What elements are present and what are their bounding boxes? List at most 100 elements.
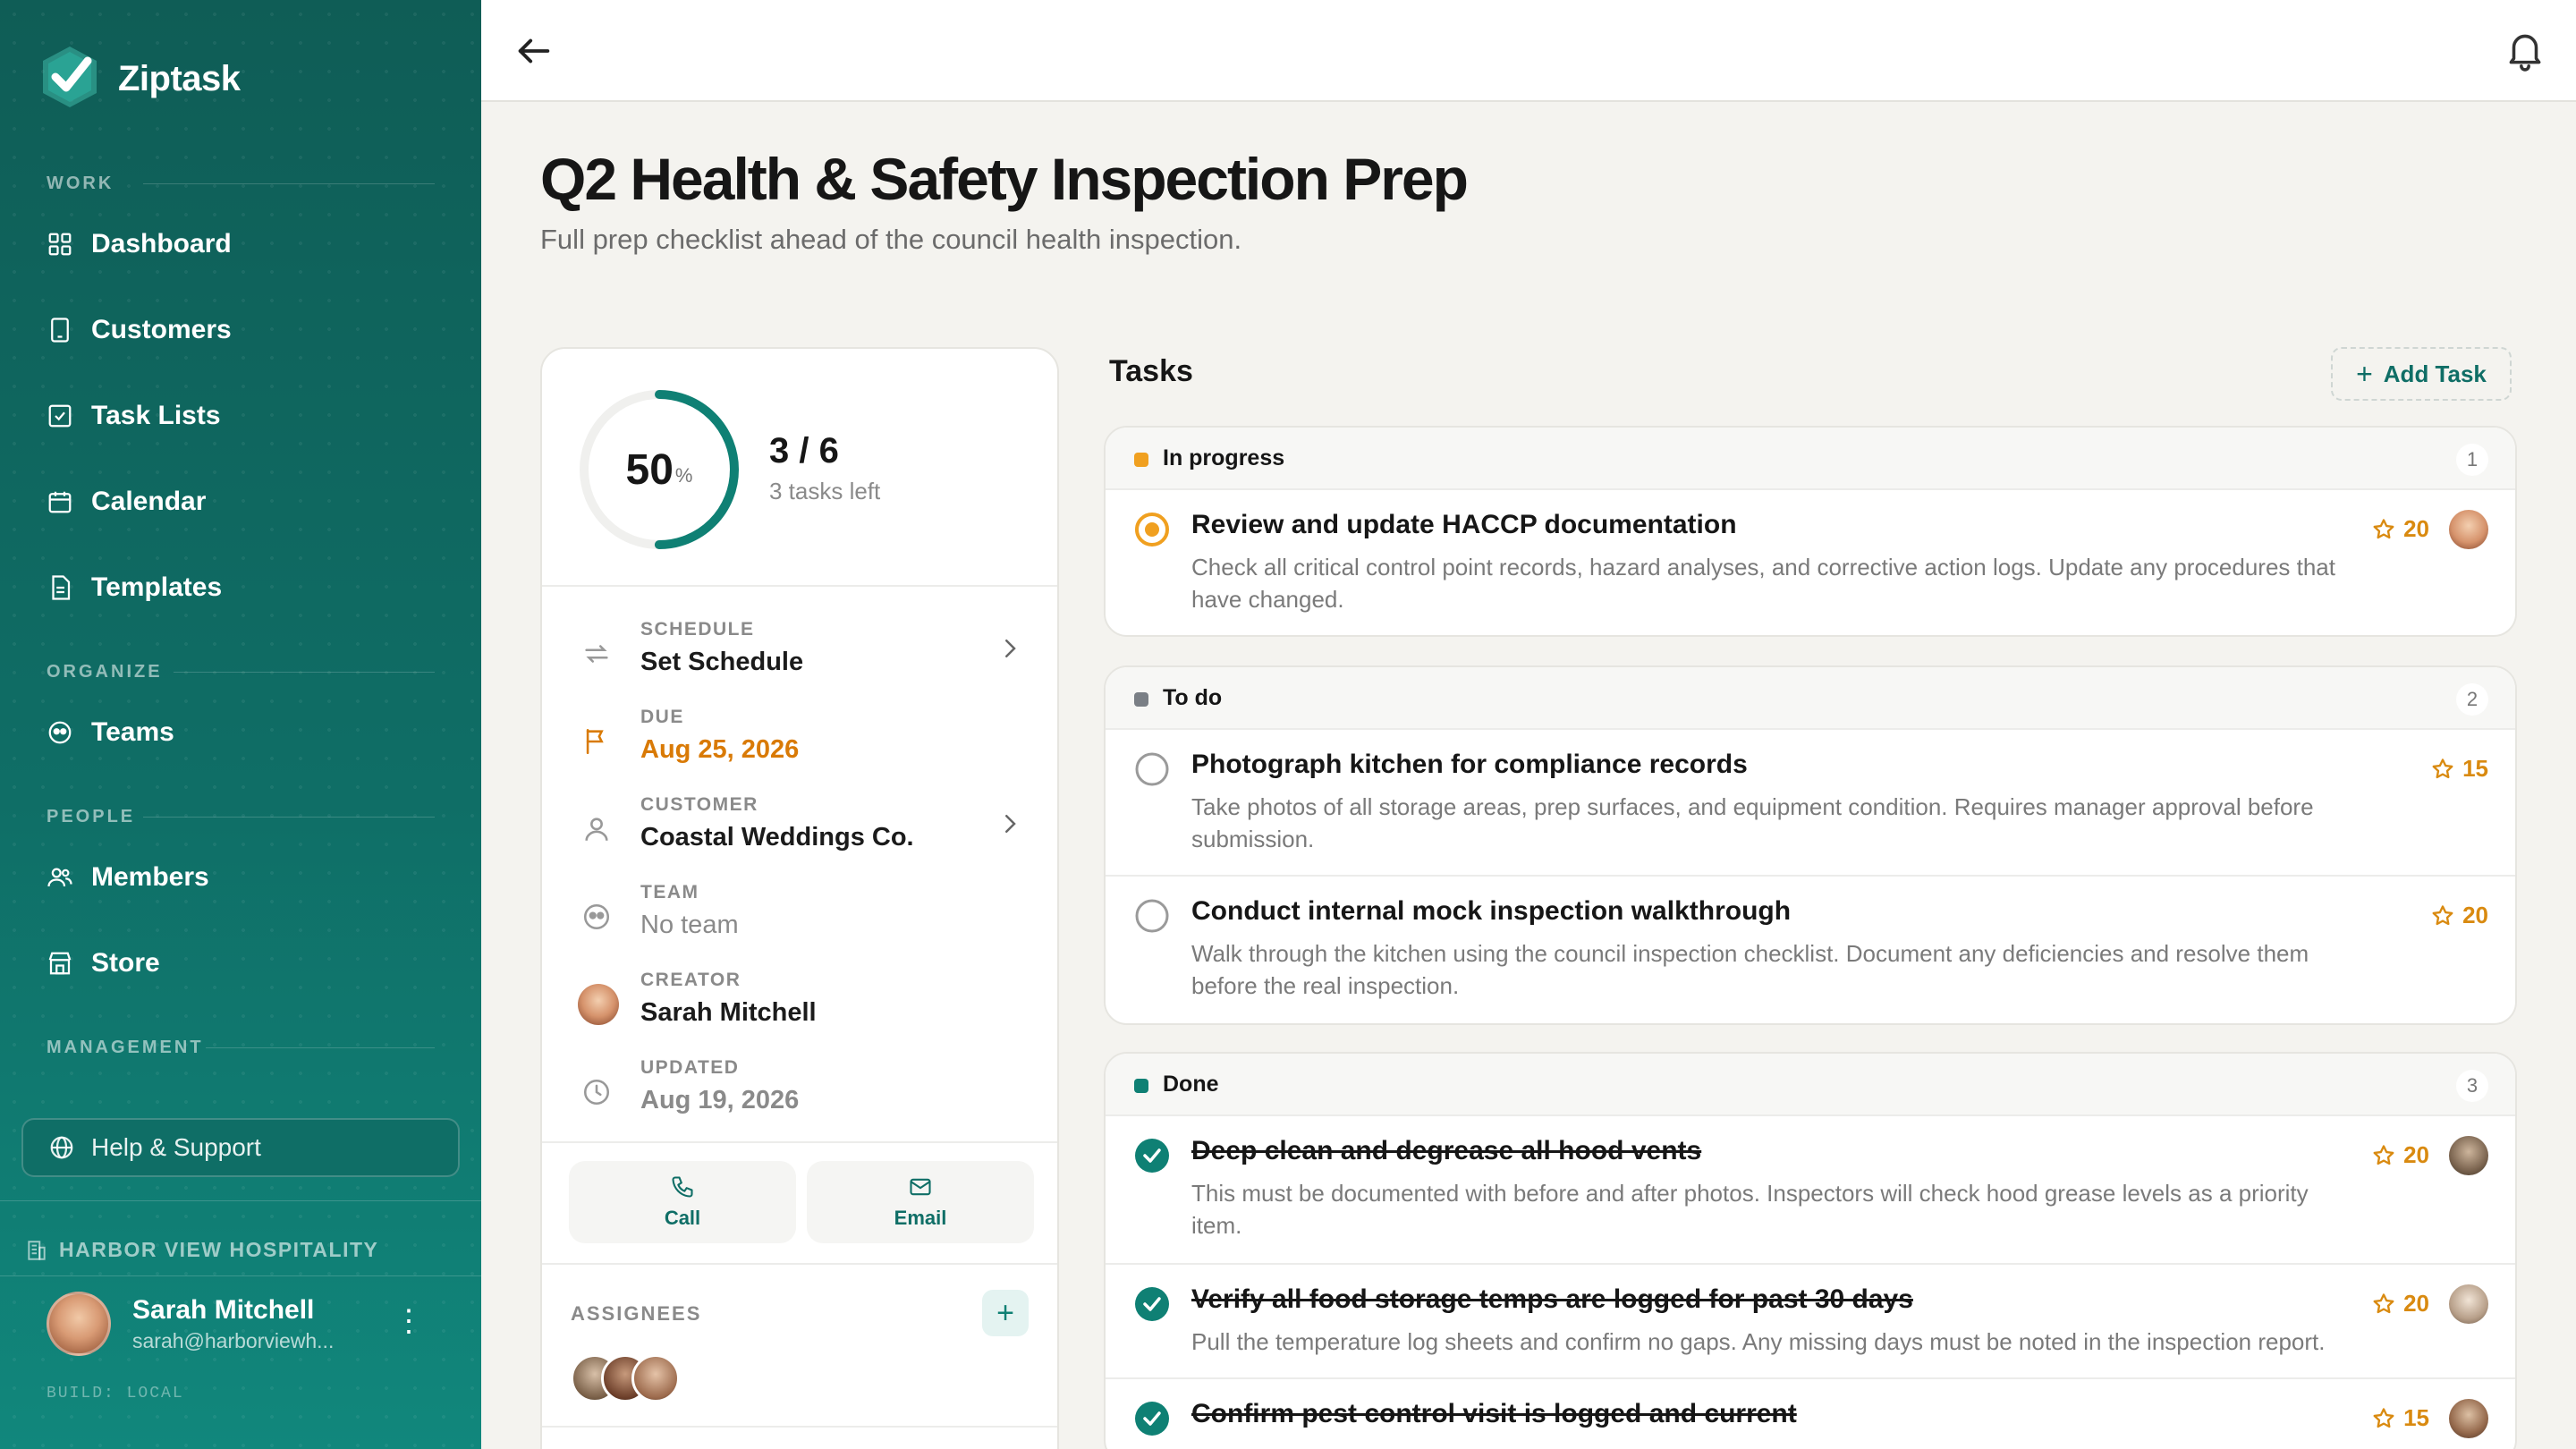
status-dot <box>1134 692 1148 707</box>
in-progress-radio-icon[interactable] <box>1134 512 1170 547</box>
section-divider <box>206 1047 435 1048</box>
call-button[interactable]: Call <box>569 1161 796 1243</box>
assignee-avatars[interactable] <box>571 1354 750 1404</box>
add-task-button[interactable]: + Add Task <box>2331 347 2512 401</box>
group-name: In progress <box>1163 445 1285 470</box>
task-row[interactable]: Conduct internal mock inspection walkthr… <box>1106 877 2515 1023</box>
star-icon <box>2373 1407 2394 1428</box>
section-label-organize: ORGANIZE <box>47 662 163 682</box>
empty-circle-checkbox-icon[interactable] <box>1134 751 1170 787</box>
current-user[interactable]: Sarah Mitchell sarah@harborviewh... <box>47 1292 334 1356</box>
task-row[interactable]: Deep clean and degrease all hood vents T… <box>1106 1116 2515 1265</box>
add-task-label: Add Task <box>2383 360 2487 387</box>
group-header[interactable]: In progress 1 <box>1106 428 2515 490</box>
task-row[interactable]: Verify all food storage temps are logged… <box>1106 1265 2515 1379</box>
user-name: Sarah Mitchell <box>132 1294 315 1325</box>
task-row[interactable]: Review and update HACCP documentation Ch… <box>1106 490 2515 635</box>
customer-row[interactable]: CUSTOMER Coastal Weddings Co. <box>542 789 1057 869</box>
points-value: 20 <box>2403 515 2429 542</box>
sidebar-divider <box>0 1275 481 1276</box>
app-logo[interactable]: Ziptask <box>39 45 241 114</box>
ziptask-logo-icon <box>39 45 100 114</box>
updated-value: Aug 19, 2026 <box>640 1086 800 1114</box>
points-value: 15 <box>2403 1404 2429 1431</box>
globe-icon <box>50 1136 73 1159</box>
creator-label: CREATOR <box>640 970 741 990</box>
checkmark-circle-icon[interactable] <box>1134 1401 1170 1436</box>
tasks-heading: Tasks <box>1109 354 1193 388</box>
email-button[interactable]: Email <box>807 1161 1034 1243</box>
sidebar-divider <box>0 1200 481 1201</box>
group-count-badge: 3 <box>2456 1070 2488 1102</box>
sidebar-item-label: Templates <box>91 572 223 602</box>
tasks-remaining: 3 tasks left <box>769 478 881 504</box>
section-divider <box>174 672 435 673</box>
chevron-right-icon <box>1005 815 1016 833</box>
task-description: Walk through the kitchen using the counc… <box>1191 940 2309 999</box>
group-header[interactable]: To do 2 <box>1106 667 2515 730</box>
task-title: Confirm pest control visit is logged and… <box>1191 1399 1797 1428</box>
card-divider <box>542 1426 1057 1428</box>
star-icon <box>2432 758 2453 778</box>
progress-readout: 50 % <box>574 385 744 555</box>
add-assignee-button[interactable]: + <box>982 1290 1029 1336</box>
sidebar: Ziptask WORK Dashboard Customers Task Li… <box>0 0 481 1449</box>
flag-icon <box>586 728 604 755</box>
sidebar-item-label: Customers <box>91 315 232 344</box>
star-icon <box>2432 904 2453 925</box>
checkmark-circle-icon[interactable] <box>1134 1286 1170 1322</box>
help-support-label: Help & Support <box>91 1133 261 1161</box>
sidebar-item-members[interactable]: Members <box>47 862 209 893</box>
group-header[interactable]: Done 3 <box>1106 1054 2515 1116</box>
task-points: 15 <box>2371 1404 2429 1432</box>
task-title: Verify all food storage temps are logged… <box>1191 1284 1913 1314</box>
sidebar-item-label: Teams <box>91 717 174 747</box>
page-subtitle: Full prep checklist ahead of the council… <box>540 224 1242 255</box>
sidebar-item-label: Task Lists <box>91 401 221 430</box>
schedule-row[interactable]: SCHEDULE Set Schedule <box>542 614 1057 694</box>
sidebar-item-task-lists[interactable]: Task Lists <box>47 401 221 431</box>
building-icon <box>28 1240 46 1260</box>
sidebar-item-templates[interactable]: Templates <box>47 572 222 603</box>
schedule-label: SCHEDULE <box>640 619 755 640</box>
sidebar-item-customers[interactable]: Customers <box>47 315 232 345</box>
customer-label: CUSTOMER <box>640 794 758 815</box>
team-value: No team <box>640 911 739 939</box>
user-email: sarah@harborviewh... <box>132 1328 335 1352</box>
calendar-icon <box>48 491 72 513</box>
help-support-button[interactable]: Help & Support <box>21 1118 460 1177</box>
avatar <box>2449 1284 2488 1324</box>
phone-icon <box>672 1176 693 1198</box>
creator-value: Sarah Mitchell <box>640 998 817 1027</box>
section-divider <box>143 817 435 818</box>
mail-icon <box>910 1178 931 1196</box>
checkmark-circle-icon[interactable] <box>1134 1138 1170 1174</box>
task-points: 20 <box>2371 1141 2429 1169</box>
points-value: 20 <box>2462 902 2488 928</box>
task-row[interactable]: Photograph kitchen for compliance record… <box>1106 730 2515 877</box>
store-icon <box>48 952 72 975</box>
sidebar-item-store[interactable]: Store <box>47 948 160 979</box>
sidebar-item-teams[interactable]: Teams <box>47 717 174 748</box>
back-arrow-icon[interactable] <box>513 30 555 76</box>
task-description: Take photos of all storage areas, prep s… <box>1191 793 2314 852</box>
due-date: Aug 25, 2026 <box>640 735 800 764</box>
progress-percent: 50 <box>625 445 674 494</box>
task-group-done: Done 3 Deep clean and degrease all hood … <box>1104 1052 2517 1449</box>
task-row[interactable]: Confirm pest control visit is logged and… <box>1106 1379 2515 1449</box>
organization-name[interactable]: HARBOR VIEW HOSPITALITY <box>25 1238 378 1262</box>
user-menu-icon[interactable]: ⋮ <box>394 1306 424 1336</box>
build-label: BUILD: LOCAL <box>47 1385 184 1402</box>
sidebar-item-calendar[interactable]: Calendar <box>47 487 206 517</box>
percent-symbol: % <box>674 464 693 487</box>
due-label: DUE <box>640 707 684 727</box>
dashboard-icon <box>48 233 72 256</box>
bell-icon[interactable] <box>2503 27 2547 76</box>
avatar <box>2449 1399 2488 1438</box>
empty-circle-checkbox-icon[interactable] <box>1134 898 1170 934</box>
sidebar-item-dashboard[interactable]: Dashboard <box>47 229 232 259</box>
task-description: Pull the temperature log sheets and conf… <box>1191 1328 2326 1355</box>
members-icon <box>47 868 72 887</box>
sidebar-item-label: Dashboard <box>91 229 232 258</box>
task-group-in-progress: In progress 1 Review and update HACCP do… <box>1104 426 2517 637</box>
